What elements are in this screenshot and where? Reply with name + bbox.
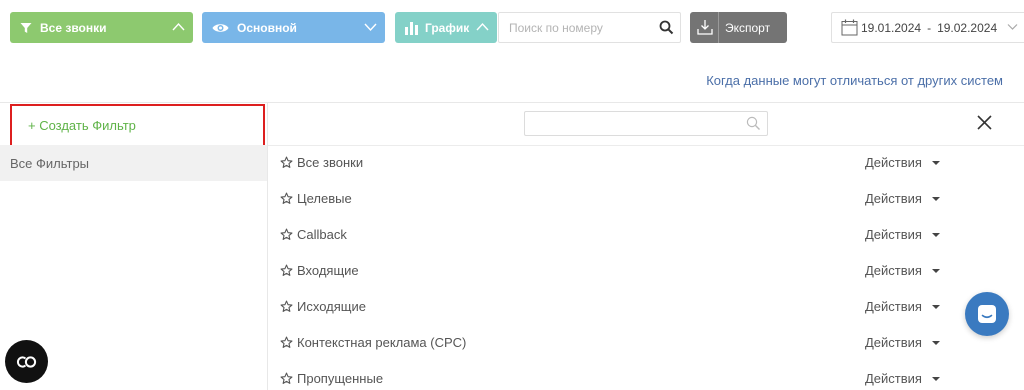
filter-name[interactable]: Callback: [297, 227, 347, 242]
date-range-picker[interactable]: 19.01.2024 - 19.02.2024: [831, 12, 1024, 43]
export-label: Экспорт: [725, 20, 771, 35]
graph-button[interactable]: График: [395, 12, 497, 43]
co-logo-button[interactable]: [5, 340, 48, 383]
panel-divider: [0, 102, 1024, 103]
date-from: 19.01.2024: [861, 20, 922, 35]
filter-row[interactable]: Контекстная реклама (CPC) Действия: [268, 325, 968, 361]
chevron-down-icon: [364, 23, 377, 32]
eye-icon: [212, 23, 229, 32]
filter-row[interactable]: Все звонки Действия: [268, 145, 968, 181]
actions-label: Действия: [865, 227, 922, 242]
search-icon[interactable]: [659, 20, 674, 35]
actions-label: Действия: [865, 299, 922, 314]
filter-name[interactable]: Контекстная реклама (CPC): [297, 335, 466, 350]
phone-search-input[interactable]: [499, 13, 649, 42]
filter-row[interactable]: Входящие Действия: [268, 253, 968, 289]
calendar-icon: [841, 19, 858, 36]
star-outline-icon[interactable]: [280, 156, 293, 169]
filter-name[interactable]: Входящие: [297, 263, 359, 278]
sidebar-item-all-filters[interactable]: Все Фильтры: [0, 145, 267, 181]
data-discrepancy-link[interactable]: Когда данные могут отличаться от других …: [706, 73, 1003, 88]
actions-label: Действия: [865, 155, 922, 170]
star-outline-icon[interactable]: [280, 264, 293, 277]
download-icon: [697, 20, 713, 35]
filter-actions-dropdown[interactable]: Действия: [865, 263, 940, 278]
caret-down-icon: [931, 196, 940, 201]
all-calls-button[interactable]: Все звонки: [10, 12, 193, 43]
filter-name[interactable]: Целевые: [297, 191, 352, 206]
filter-search-box: [524, 111, 768, 136]
actions-label: Действия: [865, 263, 922, 278]
chevron-down-icon: [1007, 24, 1018, 30]
phone-search-box: [498, 12, 681, 43]
star-outline-icon[interactable]: [280, 336, 293, 349]
caret-down-icon: [931, 340, 940, 345]
star-outline-icon[interactable]: [280, 372, 293, 385]
filter-row[interactable]: Пропущенные Действия: [268, 361, 968, 390]
caret-down-icon: [931, 304, 940, 309]
bar-chart-icon: [405, 21, 418, 35]
export-separator: [718, 12, 719, 43]
export-button[interactable]: Экспорт: [690, 12, 787, 43]
actions-label: Действия: [865, 191, 922, 206]
actions-label: Действия: [865, 371, 922, 386]
chevron-up-icon: [476, 22, 489, 31]
caret-down-icon: [931, 268, 940, 273]
filter-row[interactable]: Исходящие Действия: [268, 289, 968, 325]
star-outline-icon[interactable]: [280, 228, 293, 241]
filter-search-input[interactable]: [525, 112, 740, 135]
caret-down-icon: [931, 376, 940, 381]
filter-actions-dropdown[interactable]: Действия: [865, 335, 940, 350]
filter-row[interactable]: Целевые Действия: [268, 181, 968, 217]
filter-name[interactable]: Пропущенные: [297, 371, 383, 386]
caret-down-icon: [931, 160, 940, 165]
star-outline-icon[interactable]: [280, 192, 293, 205]
date-separator: -: [927, 20, 932, 35]
view-preset-button[interactable]: Основной: [202, 12, 385, 43]
close-icon[interactable]: [977, 115, 992, 130]
star-outline-icon[interactable]: [280, 300, 293, 313]
filter-actions-dropdown[interactable]: Действия: [865, 299, 940, 314]
create-filter-button[interactable]: + Создать Фильтр: [10, 104, 265, 147]
filter-name[interactable]: Все звонки: [297, 155, 363, 170]
filter-name[interactable]: Исходящие: [297, 299, 366, 314]
caret-down-icon: [931, 232, 940, 237]
filter-row[interactable]: Callback Действия: [268, 217, 968, 253]
filter-actions-dropdown[interactable]: Действия: [865, 227, 940, 242]
date-to: 19.02.2024: [937, 20, 998, 35]
support-chat-button[interactable]: [965, 292, 1009, 336]
view-preset-label: Основной: [237, 20, 297, 35]
filter-actions-dropdown[interactable]: Действия: [865, 371, 940, 386]
all-calls-label: Все звонки: [40, 20, 107, 35]
filter-actions-dropdown[interactable]: Действия: [865, 191, 940, 206]
search-icon: [746, 116, 760, 130]
co-logo-icon: [16, 355, 36, 368]
filter-actions-dropdown[interactable]: Действия: [865, 155, 940, 170]
filter-icon: [20, 22, 32, 33]
chevron-up-icon: [172, 22, 185, 31]
actions-label: Действия: [865, 335, 922, 350]
chat-icon: [978, 305, 996, 323]
graph-label: График: [425, 20, 470, 35]
